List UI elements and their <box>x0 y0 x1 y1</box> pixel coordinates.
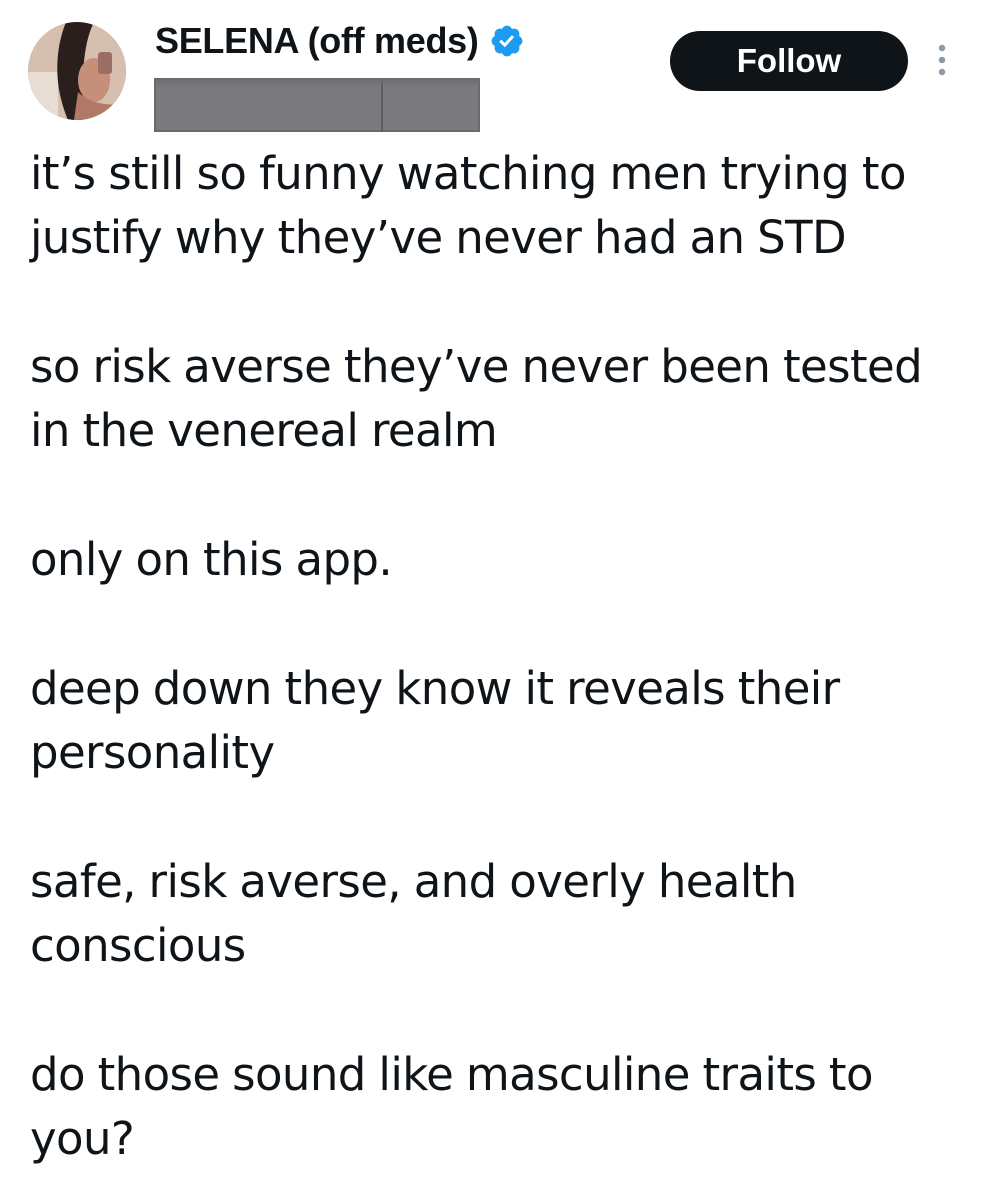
tweet-line: personality <box>30 726 275 779</box>
tweet-line: you? <box>30 1112 135 1165</box>
verified-badge-icon[interactable] <box>489 23 525 59</box>
tweet: SELENA (off meds) Follow it’s still so f… <box>0 0 984 1200</box>
tweet-text: it’s still so funny watching men trying … <box>30 142 960 1171</box>
author-name-text[interactable]: SELENA (off meds) <box>155 20 479 62</box>
tweet-paragraph: so risk averse they’ve never been tested… <box>30 335 960 463</box>
more-options-icon[interactable] <box>932 42 952 78</box>
tweet-paragraph: only on this app. <box>30 528 960 592</box>
avatar-photo <box>28 22 126 120</box>
avatar[interactable] <box>28 22 126 120</box>
tweet-line: deep down they know it reveals their <box>30 662 840 715</box>
redacted-handle <box>154 78 480 132</box>
tweet-line: it’s still so funny watching men trying … <box>30 147 906 200</box>
follow-button[interactable]: Follow <box>670 31 908 91</box>
tweet-line: do those sound like masculine traits to <box>30 1048 874 1101</box>
tweet-paragraph: it’s still so funny watching men trying … <box>30 142 960 270</box>
tweet-line: conscious <box>30 919 246 972</box>
tweet-line: so risk averse they’ve never been tested <box>30 340 923 393</box>
author-display-name[interactable]: SELENA (off meds) <box>155 20 525 62</box>
tweet-paragraph: deep down they know it reveals their per… <box>30 657 960 785</box>
tweet-line: only on this app. <box>30 533 393 586</box>
tweet-line: in the venereal realm <box>30 404 498 457</box>
tweet-paragraph: safe, risk averse, and overly health con… <box>30 850 960 978</box>
tweet-line: safe, risk averse, and overly health <box>30 855 797 908</box>
tweet-paragraph: do those sound like masculine traits to … <box>30 1043 960 1171</box>
tweet-line: justify why they’ve never had an STD <box>30 211 847 264</box>
